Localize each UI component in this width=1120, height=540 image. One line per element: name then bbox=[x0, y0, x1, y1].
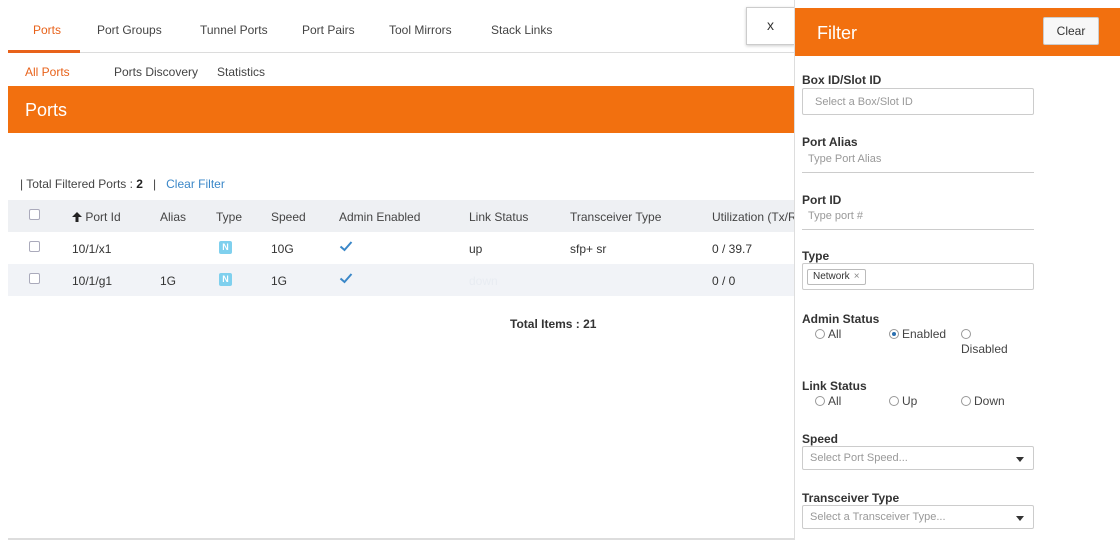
select-all-checkbox[interactable] bbox=[29, 209, 40, 220]
filtered-ports-count: 2 bbox=[136, 177, 143, 191]
link-status-label: Link Status bbox=[802, 379, 867, 393]
page-title: Ports bbox=[25, 100, 68, 120]
remove-tag-icon[interactable]: × bbox=[854, 271, 860, 282]
tab-stack-links[interactable]: Stack Links bbox=[491, 23, 552, 37]
cell-transceiver: sfp+ sr bbox=[570, 242, 607, 256]
cell-link-status: up bbox=[469, 242, 483, 256]
subtab-statistics[interactable]: Statistics bbox=[217, 65, 265, 79]
header-port-id[interactable]: Port Id bbox=[72, 210, 121, 224]
cell-speed: 1G bbox=[271, 274, 288, 288]
tab-tunnel-ports[interactable]: Tunnel Ports bbox=[200, 23, 268, 37]
chevron-down-icon bbox=[1016, 516, 1024, 521]
admin-status-all-radio[interactable]: All bbox=[815, 327, 841, 341]
top-tab-bar: Ports Port Groups Tunnel Ports Port Pair… bbox=[8, 0, 798, 53]
filter-header: Filter Clear bbox=[795, 8, 1120, 56]
radio-icon bbox=[961, 329, 971, 339]
arrow-up-icon bbox=[72, 212, 82, 222]
filter-panel: Filter Clear Box ID/Slot ID Select a Box… bbox=[794, 0, 1120, 540]
port-alias-input[interactable]: Type Port Alias bbox=[802, 146, 1034, 173]
cell-port-id: 10/1/x1 bbox=[72, 242, 112, 256]
table-row[interactable]: 10/1/x1 N 10G up sfp+ sr 0 / 39.7 bbox=[8, 232, 798, 264]
admin-status-enabled-radio[interactable]: Enabled bbox=[889, 327, 946, 341]
filtered-ports-label: | Total Filtered Ports : bbox=[20, 177, 133, 191]
filter-summary: | Total Filtered Ports : 2 | Clear Filte… bbox=[20, 177, 225, 191]
speed-select[interactable]: Select Port Speed... bbox=[802, 446, 1034, 470]
subtab-all-ports[interactable]: All Ports bbox=[25, 65, 70, 79]
clear-button[interactable]: Clear bbox=[1043, 17, 1099, 45]
tab-port-pairs[interactable]: Port Pairs bbox=[302, 23, 355, 37]
subtab-ports-discovery[interactable]: Ports Discovery bbox=[114, 65, 198, 79]
link-status-up-radio[interactable]: Up bbox=[889, 394, 917, 408]
speed-label: Speed bbox=[802, 432, 839, 446]
type-badge: N bbox=[219, 241, 232, 254]
header-alias[interactable]: Alias bbox=[160, 210, 186, 224]
header-speed[interactable]: Speed bbox=[271, 210, 306, 224]
link-status-all-radio[interactable]: All bbox=[815, 394, 841, 408]
port-id-input[interactable]: Type port # bbox=[802, 203, 1034, 230]
type-badge: N bbox=[219, 273, 232, 286]
type-tag: Network × bbox=[807, 269, 866, 285]
admin-status-disabled-label: Disabled bbox=[961, 342, 1008, 356]
row-checkbox[interactable] bbox=[29, 273, 40, 284]
table-header: Port Id Alias Type Speed Admin Enabled L… bbox=[8, 200, 798, 232]
radio-icon bbox=[889, 396, 899, 406]
radio-icon bbox=[961, 396, 971, 406]
header-transceiver-type[interactable]: Transceiver Type bbox=[570, 210, 661, 224]
check-icon bbox=[339, 241, 353, 252]
radio-selected-icon bbox=[889, 329, 899, 339]
check-icon bbox=[339, 273, 353, 284]
admin-status-label: Admin Status bbox=[802, 312, 880, 326]
filter-title: Filter bbox=[817, 23, 857, 43]
header-type[interactable]: Type bbox=[216, 210, 242, 224]
cell-utilization: 0 / 0 bbox=[712, 274, 736, 288]
link-status-down-radio[interactable]: Down bbox=[961, 394, 1005, 408]
header-admin-enabled[interactable]: Admin Enabled bbox=[339, 210, 420, 224]
cell-link-status: down bbox=[469, 274, 498, 288]
radio-icon bbox=[815, 329, 825, 339]
page-title-banner: Ports bbox=[8, 86, 798, 133]
box-slot-label: Box ID/Slot ID bbox=[802, 73, 882, 87]
sub-tab-bar: All Ports Ports Discovery Statistics bbox=[8, 53, 798, 86]
close-filter-button[interactable]: x bbox=[746, 7, 795, 45]
admin-status-disabled-radio[interactable] bbox=[961, 327, 974, 341]
transceiver-type-label: Transceiver Type bbox=[802, 491, 900, 505]
tab-port-groups[interactable]: Port Groups bbox=[97, 23, 162, 37]
clear-filter-link[interactable]: Clear Filter bbox=[166, 177, 225, 191]
type-label: Type bbox=[802, 249, 830, 263]
cell-port-id: 10/1/g1 bbox=[72, 274, 113, 288]
header-link-status[interactable]: Link Status bbox=[469, 210, 528, 224]
type-multiselect[interactable]: Network × bbox=[802, 263, 1034, 290]
row-checkbox[interactable] bbox=[29, 241, 40, 252]
tab-ports[interactable]: Ports bbox=[33, 23, 61, 37]
transceiver-type-select[interactable]: Select a Transceiver Type... bbox=[802, 505, 1034, 529]
chevron-down-icon bbox=[1016, 457, 1024, 462]
cell-alias: 1G bbox=[160, 274, 177, 288]
cell-utilization: 0 / 39.7 bbox=[712, 242, 753, 256]
tab-tool-mirrors[interactable]: Tool Mirrors bbox=[389, 23, 452, 37]
radio-icon bbox=[815, 396, 825, 406]
cell-speed: 10G bbox=[271, 242, 294, 256]
box-slot-select[interactable]: Select a Box/Slot ID bbox=[802, 88, 1034, 115]
header-utilization[interactable]: Utilization (Tx/R bbox=[712, 210, 797, 224]
summary-separator: | bbox=[153, 177, 157, 191]
total-items: Total Items : 21 bbox=[510, 317, 597, 331]
table-row[interactable]: 10/1/g1 1G N 1G down 0 / 0 bbox=[8, 264, 798, 296]
